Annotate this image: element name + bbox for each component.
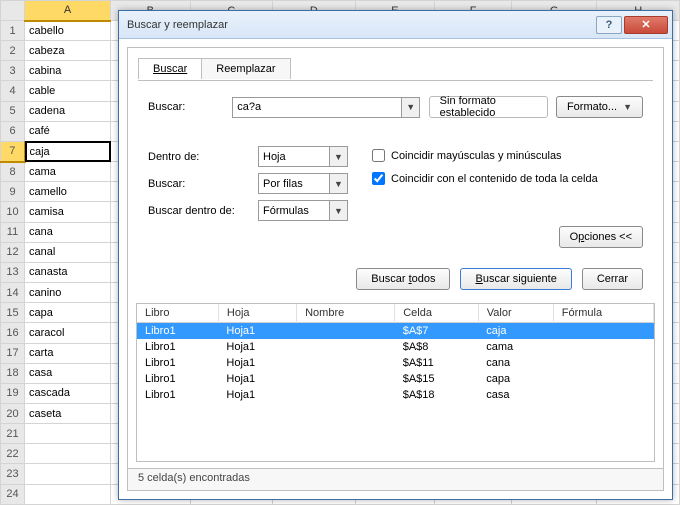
find-label: Buscar:	[148, 101, 232, 113]
cell[interactable]: caseta	[25, 403, 111, 423]
cell[interactable]: cama	[25, 162, 111, 182]
cell[interactable]: cabina	[25, 61, 111, 81]
row-header[interactable]: 14	[1, 283, 25, 303]
find-input[interactable]	[233, 98, 401, 117]
row-header[interactable]: 6	[1, 121, 25, 141]
row-header[interactable]: 15	[1, 303, 25, 323]
col-cell[interactable]: Celda	[395, 304, 479, 323]
cell[interactable]: cascada	[25, 383, 111, 403]
find-replace-dialog: Buscar y reemplazar ? ✕ Buscar Reemplaza…	[118, 10, 673, 500]
within-select[interactable]: Hoja ▼	[258, 146, 348, 167]
cell[interactable]	[25, 464, 111, 484]
row-header[interactable]: 16	[1, 323, 25, 343]
find-combo[interactable]: ▼	[232, 97, 420, 118]
cell[interactable]: cable	[25, 81, 111, 101]
corner-cell[interactable]	[1, 1, 25, 21]
match-entire-label: Coincidir con el contenido de toda la ce…	[391, 173, 598, 185]
format-button[interactable]: Formato... ▼	[556, 96, 643, 118]
tab-find[interactable]: Buscar	[138, 58, 202, 79]
cell[interactable]: canino	[25, 283, 111, 303]
cell[interactable]: cabeza	[25, 41, 111, 61]
close-button[interactable]: Cerrar	[582, 268, 643, 290]
cell[interactable]: casa	[25, 363, 111, 383]
results-pane: Libro Hoja Nombre Celda Valor Fórmula Li…	[136, 303, 655, 462]
match-case-checkbox[interactable]	[372, 149, 385, 162]
result-row[interactable]: Libro1Hoja1$A$7caja	[137, 323, 654, 340]
row-header[interactable]: 11	[1, 222, 25, 242]
col-book[interactable]: Libro	[137, 304, 218, 323]
cell[interactable]: canal	[25, 242, 111, 262]
row-header[interactable]: 12	[1, 242, 25, 262]
row-header[interactable]: 1	[1, 21, 25, 41]
chevron-down-icon: ▼	[623, 102, 632, 112]
cell[interactable]: caracol	[25, 323, 111, 343]
row-header[interactable]: 19	[1, 383, 25, 403]
status-bar: 5 celda(s) encontradas	[128, 468, 663, 490]
dialog-title: Buscar y reemplazar	[127, 19, 594, 31]
row-header[interactable]: 24	[1, 484, 25, 504]
cell[interactable]: carta	[25, 343, 111, 363]
col-formula[interactable]: Fórmula	[553, 304, 653, 323]
row-header[interactable]: 2	[1, 41, 25, 61]
row-header[interactable]: 4	[1, 81, 25, 101]
find-next-button[interactable]: Buscar siguiente	[460, 268, 571, 290]
cell[interactable]	[25, 484, 111, 504]
cell[interactable]	[25, 424, 111, 444]
window-close-button[interactable]: ✕	[624, 16, 668, 34]
row-header[interactable]: 8	[1, 162, 25, 182]
match-entire-checkbox[interactable]	[372, 172, 385, 185]
help-button[interactable]: ?	[596, 16, 622, 34]
close-icon: ✕	[641, 18, 650, 31]
help-icon: ?	[606, 19, 613, 31]
col-value[interactable]: Valor	[478, 304, 553, 323]
chevron-down-icon: ▼	[329, 201, 347, 220]
row-header[interactable]: 7	[1, 141, 25, 161]
cell[interactable]: cabello	[25, 21, 111, 41]
cell[interactable]: cadena	[25, 101, 111, 121]
chevron-down-icon: ▼	[329, 174, 347, 193]
lookin-select[interactable]: Fórmulas ▼	[258, 200, 348, 221]
within-label: Dentro de:	[148, 151, 258, 163]
tab-divider	[138, 80, 653, 81]
row-header[interactable]: 20	[1, 403, 25, 423]
row-header[interactable]: 10	[1, 202, 25, 222]
cell[interactable]: capa	[25, 303, 111, 323]
col-sheet[interactable]: Hoja	[218, 304, 296, 323]
find-all-button[interactable]: Buscar todos	[356, 268, 450, 290]
search-order-label: Buscar:	[148, 178, 258, 190]
result-row[interactable]: Libro1Hoja1$A$8cama	[137, 339, 654, 355]
row-header[interactable]: 18	[1, 363, 25, 383]
col-header-A[interactable]: A	[25, 1, 111, 21]
cell[interactable]: canasta	[25, 262, 111, 282]
row-header[interactable]: 9	[1, 182, 25, 202]
col-name[interactable]: Nombre	[297, 304, 395, 323]
cell[interactable]: café	[25, 121, 111, 141]
search-order-select[interactable]: Por filas ▼	[258, 173, 348, 194]
row-header[interactable]: 22	[1, 444, 25, 464]
row-header[interactable]: 3	[1, 61, 25, 81]
no-format-display: Sin formato establecido	[429, 96, 548, 118]
cell[interactable]	[25, 444, 111, 464]
row-header[interactable]: 23	[1, 464, 25, 484]
cell[interactable]: caja	[25, 141, 111, 161]
row-header[interactable]: 5	[1, 101, 25, 121]
lookin-label: Buscar dentro de:	[148, 205, 258, 217]
result-row[interactable]: Libro1Hoja1$A$11cana	[137, 355, 654, 371]
result-row[interactable]: Libro1Hoja1$A$18casa	[137, 387, 654, 403]
cell[interactable]: camisa	[25, 202, 111, 222]
cell[interactable]: camello	[25, 182, 111, 202]
match-case-label: Coincidir mayúsculas y minúsculas	[391, 150, 562, 162]
titlebar[interactable]: Buscar y reemplazar ? ✕	[119, 11, 672, 39]
row-header[interactable]: 17	[1, 343, 25, 363]
find-dropdown[interactable]: ▼	[401, 98, 419, 117]
row-header[interactable]: 13	[1, 262, 25, 282]
chevron-down-icon: ▼	[406, 102, 415, 112]
result-row[interactable]: Libro1Hoja1$A$15capa	[137, 371, 654, 387]
tab-replace[interactable]: Reemplazar	[201, 58, 290, 79]
results-table[interactable]: Libro Hoja Nombre Celda Valor Fórmula Li…	[137, 304, 654, 403]
chevron-down-icon: ▼	[329, 147, 347, 166]
cell[interactable]: cana	[25, 222, 111, 242]
options-button[interactable]: Opciones <<	[559, 226, 643, 248]
row-header[interactable]: 21	[1, 424, 25, 444]
